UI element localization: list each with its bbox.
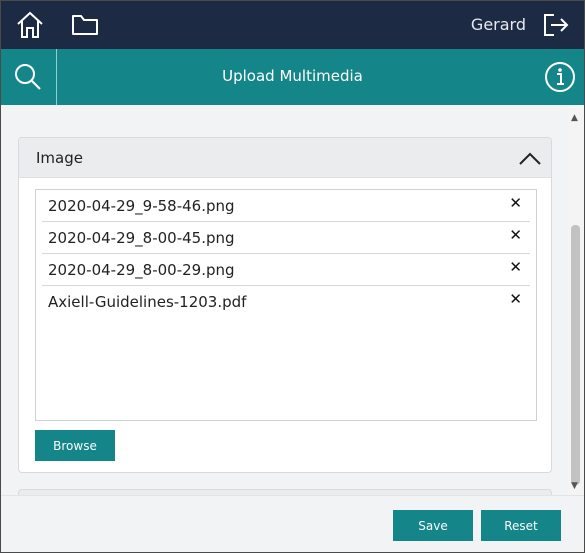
file-name: 2020-04-29_8-00-45.png xyxy=(48,229,235,247)
chevron-up-icon[interactable] xyxy=(518,150,542,166)
search-icon xyxy=(15,64,41,90)
list-item: 2020-04-29_8-00-29.png ✕ xyxy=(42,254,530,286)
footer-bar: Save Reset xyxy=(1,495,584,552)
user-name[interactable]: Gerard xyxy=(471,15,526,34)
app-window: Gerard Upload Multimedia Image 2020-04-2… xyxy=(0,0,585,553)
folder-icon[interactable] xyxy=(71,12,99,38)
remove-file-icon[interactable]: ✕ xyxy=(509,195,522,211)
list-item: 2020-04-29_8-00-45.png ✕ xyxy=(42,222,530,254)
scroll-up-icon[interactable]: ▲ xyxy=(571,113,578,123)
remove-file-icon[interactable]: ✕ xyxy=(509,227,522,243)
list-item: 2020-04-29_9-58-46.png ✕ xyxy=(42,190,530,222)
save-button[interactable]: Save xyxy=(393,510,473,541)
remove-file-icon[interactable]: ✕ xyxy=(509,291,522,307)
search-button[interactable] xyxy=(1,49,57,105)
panel-title: Image xyxy=(36,149,83,167)
browse-button[interactable]: Browse xyxy=(35,430,115,461)
scrollbar[interactable]: ▲ ▼ xyxy=(567,105,584,495)
file-name: 2020-04-29_9-58-46.png xyxy=(48,197,235,215)
list-item: Axiell-Guidelines-1203.pdf ✕ xyxy=(42,286,530,318)
scroll-down-icon[interactable]: ▼ xyxy=(571,481,578,491)
file-name: Axiell-Guidelines-1203.pdf xyxy=(48,293,247,311)
top-navbar: Gerard xyxy=(1,1,584,49)
scrollbar-thumb[interactable] xyxy=(571,225,580,485)
home-icon[interactable] xyxy=(15,11,45,39)
logout-icon[interactable] xyxy=(542,12,570,38)
content-area: Image 2020-04-29_9-58-46.png ✕ 2020-04-2… xyxy=(1,105,567,495)
reset-button[interactable]: Reset xyxy=(481,510,561,541)
image-panel: Image 2020-04-29_9-58-46.png ✕ 2020-04-2… xyxy=(18,137,552,473)
file-name: 2020-04-29_8-00-29.png xyxy=(48,261,235,279)
panel-header[interactable]: Image xyxy=(19,138,551,178)
info-icon[interactable] xyxy=(544,61,576,93)
page-title: Upload Multimedia xyxy=(222,67,363,85)
file-list: 2020-04-29_9-58-46.png ✕ 2020-04-29_8-00… xyxy=(35,189,537,421)
title-bar: Upload Multimedia xyxy=(1,49,584,105)
remove-file-icon[interactable]: ✕ xyxy=(509,259,522,275)
